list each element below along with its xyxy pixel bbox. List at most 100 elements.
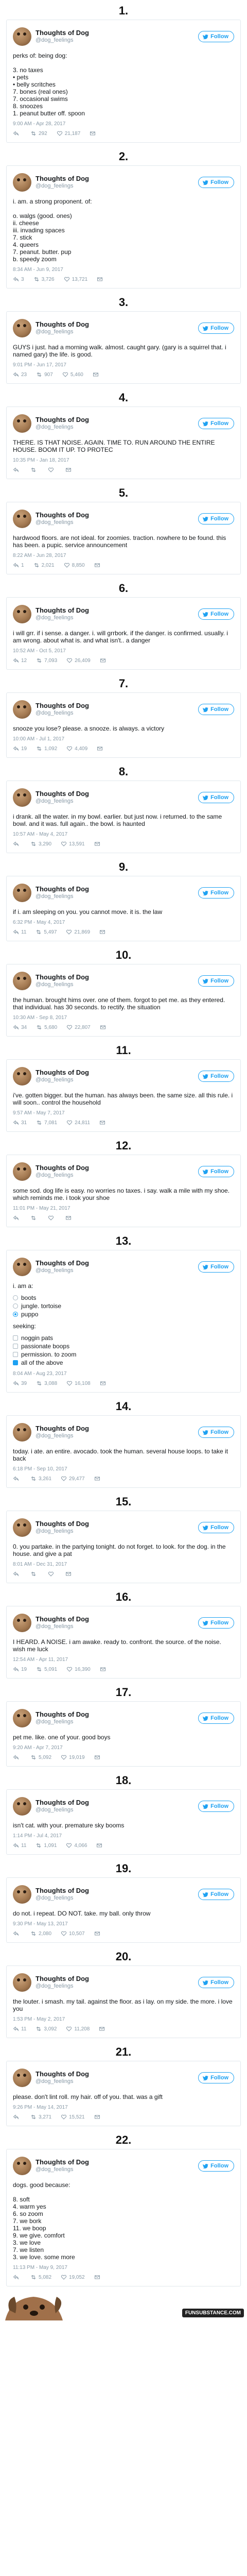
- tweet-timestamp[interactable]: 9:30 PM - May 13, 2017: [13, 1921, 234, 1927]
- tweet-card[interactable]: Thoughts of Dog @dog_feelings Follow if i. …: [6, 876, 241, 941]
- author-handle[interactable]: @dog_feelings: [36, 1172, 198, 1179]
- like-button[interactable]: 21,187: [57, 130, 80, 137]
- follow-button[interactable]: Follow: [198, 2072, 234, 2083]
- reply-button[interactable]: [13, 1215, 21, 1221]
- reply-button[interactable]: 23: [13, 371, 27, 378]
- follow-button[interactable]: Follow: [198, 1977, 234, 1988]
- follow-button[interactable]: Follow: [198, 1522, 234, 1533]
- author-name[interactable]: Thoughts of Dog: [36, 1615, 198, 1623]
- avatar[interactable]: [13, 700, 31, 719]
- reply-button[interactable]: 34: [13, 1024, 27, 1030]
- tweet-timestamp[interactable]: 9:01 PM - Jun 17, 2017: [13, 362, 234, 368]
- share-button[interactable]: [94, 1476, 100, 1482]
- retweet-button[interactable]: 5,680: [36, 1024, 57, 1030]
- retweet-button[interactable]: 5,091: [36, 1666, 57, 1672]
- author-handle[interactable]: @dog_feelings: [36, 1806, 198, 1814]
- radio-button[interactable]: [13, 1295, 18, 1300]
- avatar[interactable]: [13, 1518, 31, 1537]
- checkbox[interactable]: [13, 1335, 18, 1341]
- like-button[interactable]: 8,850: [64, 562, 85, 568]
- like-button[interactable]: 22,807: [66, 1024, 91, 1030]
- author-handle[interactable]: @dog_feelings: [36, 1076, 198, 1084]
- share-button[interactable]: [96, 1842, 102, 1849]
- avatar[interactable]: [13, 1614, 31, 1632]
- reply-button[interactable]: [13, 130, 21, 137]
- tweet-timestamp[interactable]: 8:01 AM - Dec 31, 2017: [13, 1562, 234, 1567]
- retweet-button[interactable]: [30, 1571, 39, 1577]
- follow-button[interactable]: Follow: [198, 2160, 234, 2172]
- share-button[interactable]: [97, 276, 103, 282]
- tweet-timestamp[interactable]: 8:34 AM - Jun 9, 2017: [13, 267, 234, 273]
- poll-option[interactable]: all of the above: [13, 1359, 234, 1367]
- tweet-card[interactable]: Thoughts of Dog @dog_feelings Follow today.…: [6, 1415, 241, 1488]
- author-name[interactable]: Thoughts of Dog: [36, 2158, 198, 2166]
- tweet-timestamp[interactable]: 6:18 PM - Sep 10, 2017: [13, 1466, 234, 1472]
- share-button[interactable]: [65, 1571, 72, 1577]
- follow-button[interactable]: Follow: [198, 1071, 234, 1082]
- like-button[interactable]: 19,052: [61, 2274, 85, 2280]
- like-button[interactable]: 16,390: [66, 1666, 91, 1672]
- avatar[interactable]: [13, 884, 31, 902]
- follow-button[interactable]: Follow: [198, 975, 234, 987]
- poll-option[interactable]: passionate boops: [13, 1342, 234, 1350]
- author-name[interactable]: Thoughts of Dog: [36, 2070, 198, 2078]
- like-button[interactable]: 16,108: [66, 1380, 91, 1386]
- share-button[interactable]: [65, 467, 72, 473]
- share-button[interactable]: [93, 371, 99, 378]
- avatar[interactable]: [13, 1258, 31, 1276]
- tweet-card[interactable]: Thoughts of Dog @dog_feelings Follow snooze…: [6, 692, 241, 758]
- avatar[interactable]: [13, 2069, 31, 2087]
- retweet-button[interactable]: 5,497: [36, 929, 57, 935]
- follow-button[interactable]: Follow: [198, 1617, 234, 1629]
- author-name[interactable]: Thoughts of Dog: [36, 1259, 198, 1267]
- reply-button[interactable]: 1: [13, 562, 24, 568]
- author-name[interactable]: Thoughts of Dog: [36, 29, 198, 37]
- share-button[interactable]: [99, 929, 105, 935]
- retweet-button[interactable]: 3,092: [36, 2026, 57, 2032]
- follow-button[interactable]: Follow: [198, 31, 234, 42]
- follow-button[interactable]: Follow: [198, 323, 234, 334]
- tweet-card[interactable]: Thoughts of Dog @dog_feelings Follow GUYS i…: [6, 311, 241, 384]
- reply-button[interactable]: [13, 841, 21, 847]
- follow-button[interactable]: Follow: [198, 608, 234, 620]
- tweet-timestamp[interactable]: 9:57 AM - May 7, 2017: [13, 1110, 234, 1116]
- tweet-timestamp[interactable]: 10:35 PM - Jan 18, 2017: [13, 457, 234, 463]
- reply-button[interactable]: [13, 2114, 21, 2120]
- share-button[interactable]: [90, 130, 96, 137]
- follow-button[interactable]: Follow: [198, 1261, 234, 1273]
- author-name[interactable]: Thoughts of Dog: [36, 511, 198, 519]
- retweet-button[interactable]: 3,088: [36, 1380, 57, 1386]
- tweet-card[interactable]: Thoughts of Dog @dog_feelings Follow the lo…: [6, 1965, 241, 2038]
- author-name[interactable]: Thoughts of Dog: [36, 1520, 198, 1528]
- follow-button[interactable]: Follow: [198, 513, 234, 524]
- tweet-card[interactable]: Thoughts of Dog @dog_feelings Follow dogs. …: [6, 2149, 241, 2286]
- poll-option[interactable]: permission. to zoom: [13, 1350, 234, 1359]
- reply-button[interactable]: 19: [13, 1666, 27, 1672]
- poll-option[interactable]: jungle. tortoise: [13, 1302, 234, 1310]
- author-name[interactable]: Thoughts of Dog: [36, 1164, 198, 1172]
- follow-button[interactable]: Follow: [198, 1889, 234, 1900]
- tweet-timestamp[interactable]: 8:04 AM - Aug 23, 2017: [13, 1371, 234, 1377]
- tweet-timestamp[interactable]: 9:00 AM - Apr 28, 2017: [13, 121, 234, 127]
- tweet-timestamp[interactable]: 10:00 AM - Jul 1, 2017: [13, 736, 234, 742]
- poll-option[interactable]: boots: [13, 1294, 234, 1302]
- retweet-button[interactable]: 907: [36, 371, 53, 378]
- follow-button[interactable]: Follow: [198, 1713, 234, 1724]
- share-button[interactable]: [100, 657, 106, 664]
- share-button[interactable]: [94, 562, 100, 568]
- tweet-timestamp[interactable]: 10:52 AM - Oct 5, 2017: [13, 648, 234, 654]
- author-name[interactable]: Thoughts of Dog: [36, 1799, 198, 1806]
- share-button[interactable]: [94, 2274, 100, 2280]
- tweet-card[interactable]: Thoughts of Dog @dog_feelings Follow i. am.…: [6, 165, 241, 289]
- like-button[interactable]: 26,409: [66, 657, 91, 664]
- reply-button[interactable]: 12: [13, 657, 27, 664]
- tweet-timestamp[interactable]: 11:13 PM - May 9, 2017: [13, 2265, 234, 2270]
- author-name[interactable]: Thoughts of Dog: [36, 175, 198, 182]
- author-handle[interactable]: @dog_feelings: [36, 709, 198, 717]
- avatar[interactable]: [13, 972, 31, 990]
- author-handle[interactable]: @dog_feelings: [36, 182, 198, 190]
- tweet-card[interactable]: Thoughts of Dog @dog_feelings Follow i will…: [6, 597, 241, 670]
- avatar[interactable]: [13, 173, 31, 192]
- like-button[interactable]: 29,477: [61, 1476, 85, 1482]
- avatar[interactable]: [13, 605, 31, 623]
